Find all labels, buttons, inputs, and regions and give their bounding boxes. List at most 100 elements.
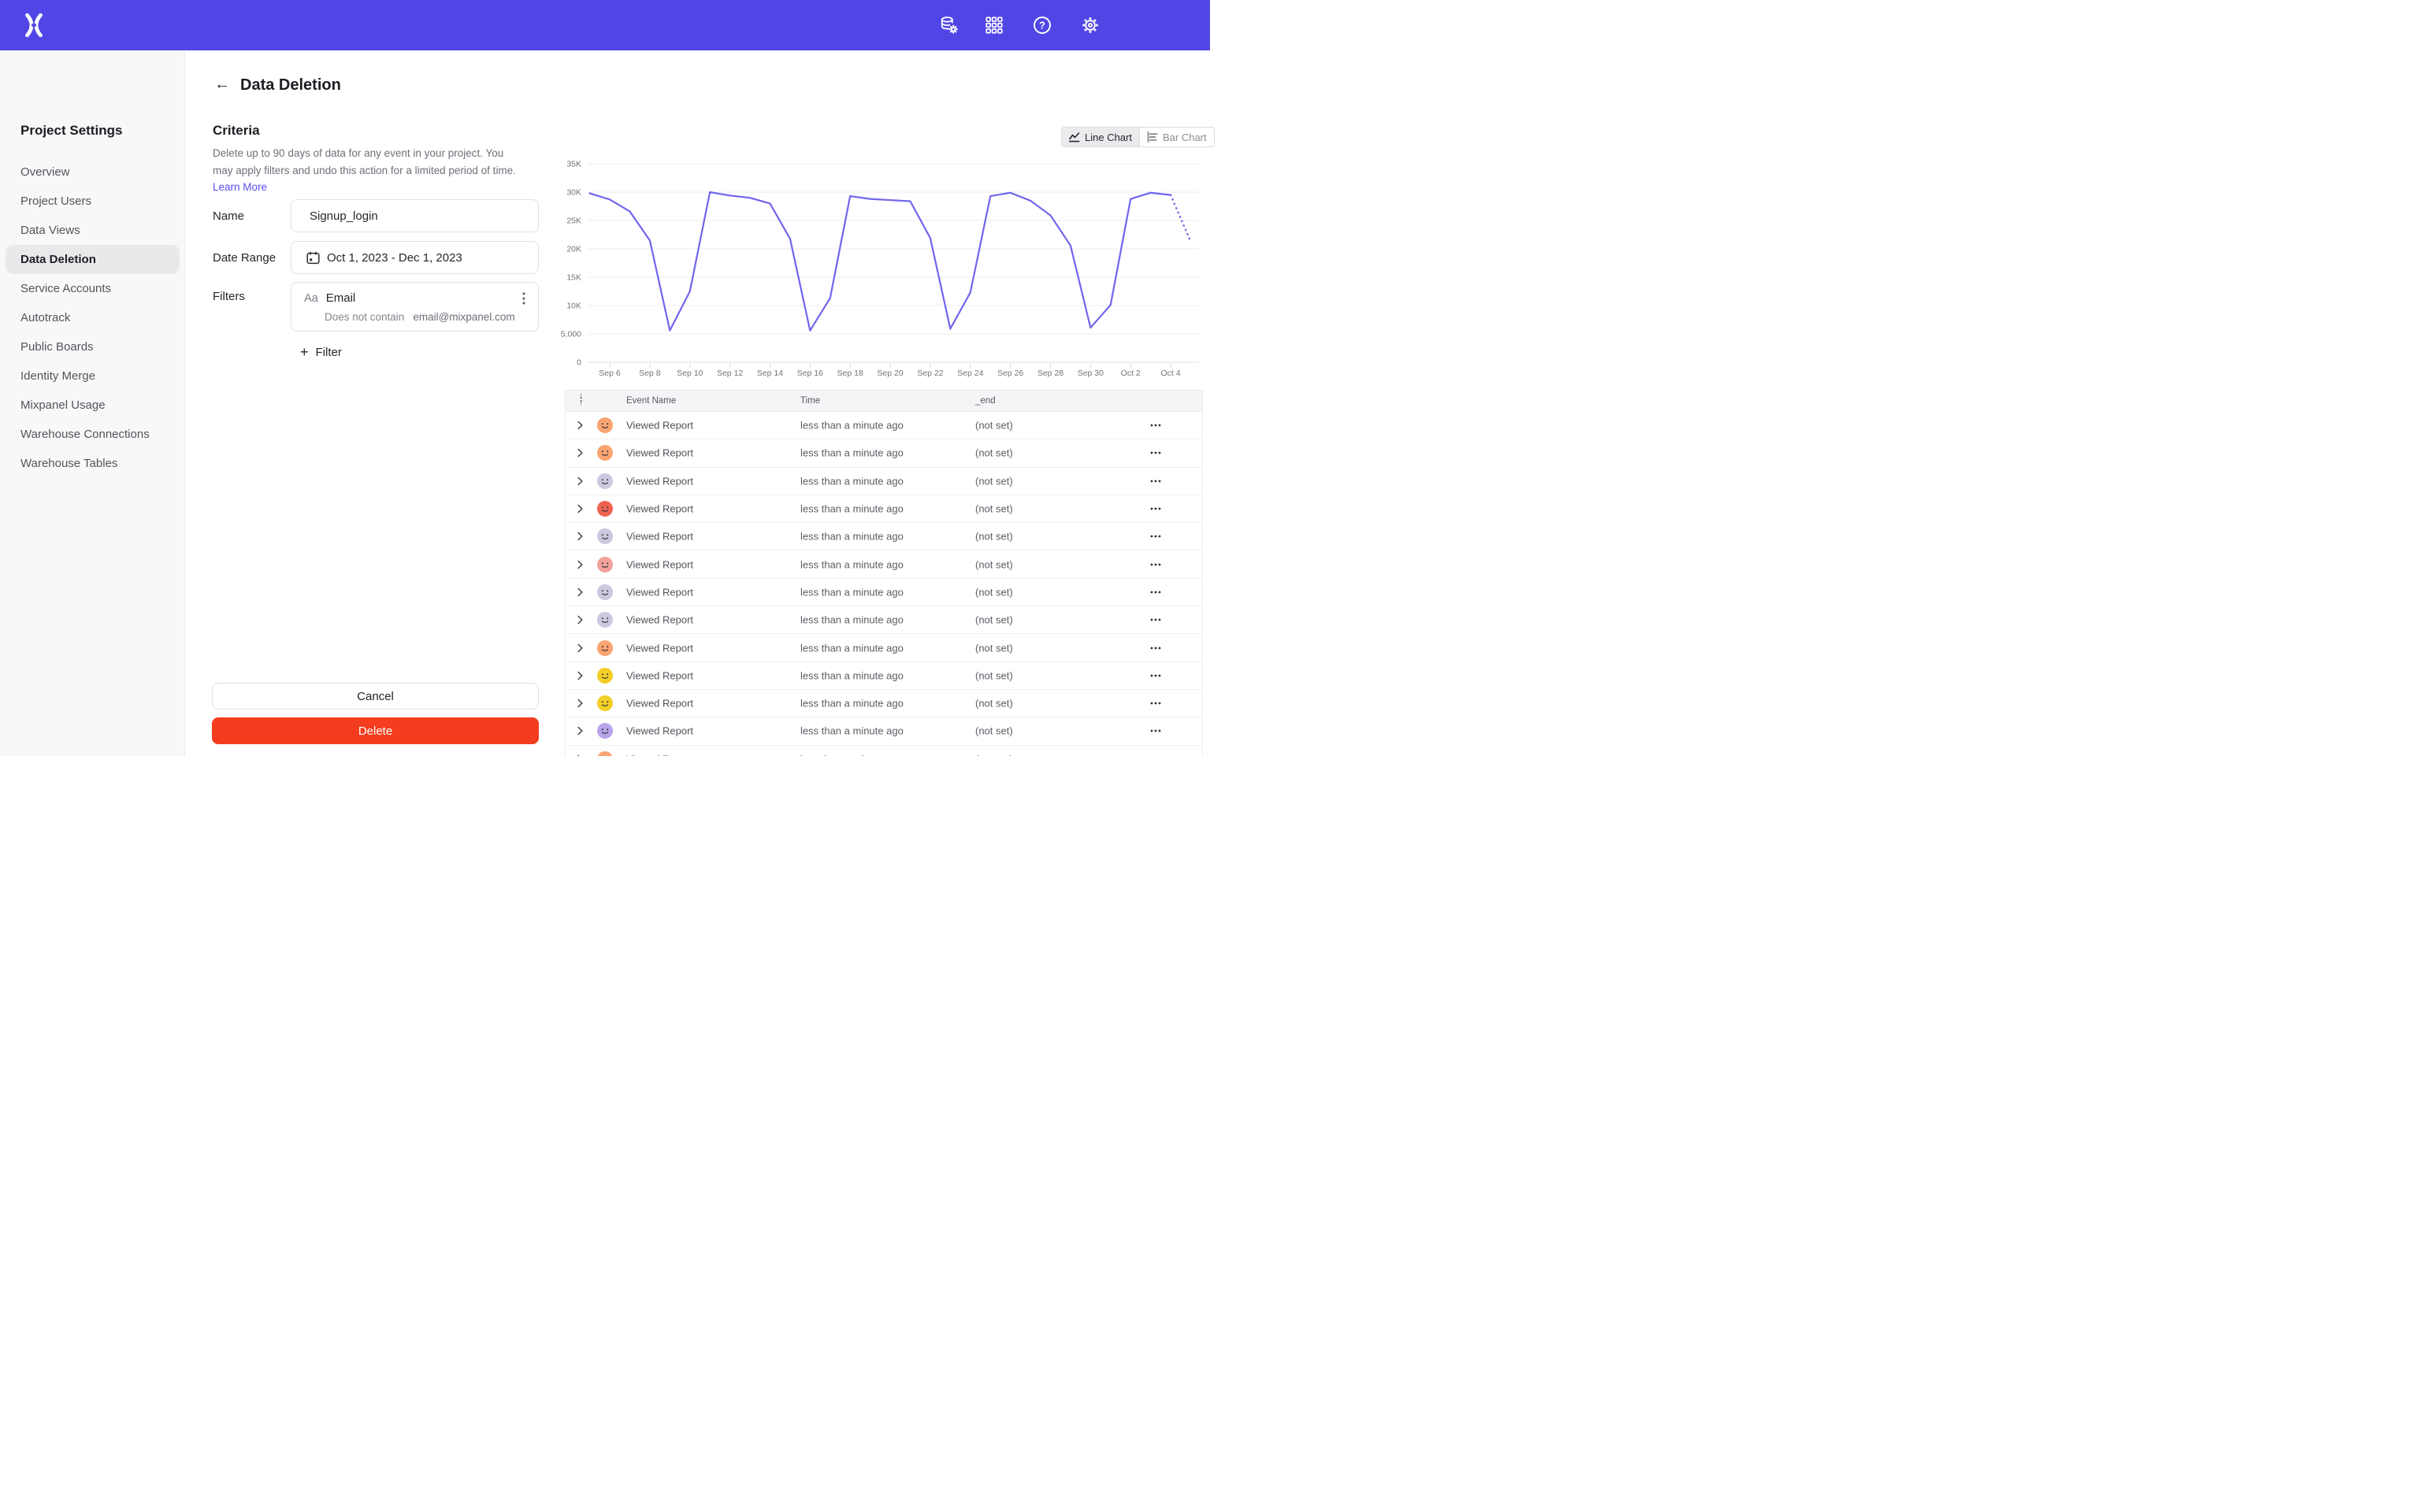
sidebar-item[interactable]: Mixpanel Usage	[0, 391, 185, 420]
sidebar-item[interactable]: Warehouse Connections	[0, 420, 185, 449]
row-actions-icon[interactable]	[1149, 447, 1163, 458]
project-settings-sidebar: Project Settings OverviewProject UsersDa…	[0, 50, 185, 756]
end-cell: (not set)	[975, 531, 1013, 543]
filter-kebab-menu-icon[interactable]	[518, 291, 530, 306]
sidebar-title: Project Settings	[20, 123, 122, 139]
table-row[interactable]: Viewed Report less than a minute ago (no…	[566, 468, 1202, 495]
expand-chevron-icon[interactable]	[577, 476, 583, 485]
settings-gear-icon[interactable]	[1080, 15, 1101, 35]
row-actions-icon[interactable]	[1149, 725, 1163, 736]
user-avatar	[597, 640, 613, 656]
cancel-button[interactable]: Cancel	[212, 683, 539, 710]
table-row[interactable]: Viewed Report less than a minute ago (no…	[566, 634, 1202, 662]
name-input[interactable]	[291, 199, 539, 232]
expand-chevron-icon[interactable]	[577, 727, 583, 736]
row-actions-icon[interactable]	[1149, 754, 1163, 756]
row-actions-icon[interactable]	[1149, 614, 1163, 625]
svg-text:Sep 6: Sep 6	[599, 369, 621, 378]
events-table: ↓↑ Event Name Time _end Viewed Report le…	[565, 390, 1203, 756]
time-cell: less than a minute ago	[800, 531, 904, 543]
table-row[interactable]: Viewed Report less than a minute ago (no…	[566, 746, 1202, 756]
criteria-description: Delete up to 90 days of data for any eve…	[213, 145, 521, 196]
row-actions-icon[interactable]	[1149, 643, 1163, 654]
expand-chevron-icon[interactable]	[577, 616, 583, 624]
svg-text:Sep 24: Sep 24	[957, 369, 983, 378]
end-cell: (not set)	[975, 586, 1013, 598]
table-row[interactable]: Viewed Report less than a minute ago (no…	[566, 412, 1202, 439]
expand-chevron-icon[interactable]	[577, 643, 583, 652]
table-row[interactable]: Viewed Report less than a minute ago (no…	[566, 550, 1202, 578]
event-name-cell: Viewed Report	[626, 447, 693, 459]
line-chart-toggle[interactable]: Line Chart	[1062, 128, 1139, 146]
sidebar-item[interactable]: Data Deletion	[6, 245, 180, 274]
date-range-field[interactable]: Oct 1, 2023 - Dec 1, 2023	[291, 241, 539, 274]
time-cell: less than a minute ago	[800, 614, 904, 626]
line-chart-label: Line Chart	[1085, 132, 1132, 143]
sidebar-item[interactable]: Public Boards	[0, 332, 185, 361]
back-arrow-icon[interactable]: ←	[214, 76, 230, 92]
svg-text:15K: 15K	[566, 273, 581, 283]
table-row[interactable]: Viewed Report less than a minute ago (no…	[566, 662, 1202, 690]
expand-chevron-icon[interactable]	[577, 699, 583, 708]
page-title: Data Deletion	[240, 76, 341, 94]
svg-text:Sep 28: Sep 28	[1037, 369, 1063, 378]
expand-chevron-icon[interactable]	[577, 754, 583, 756]
criteria-description-text: Delete up to 90 days of data for any eve…	[213, 147, 516, 176]
expand-chevron-icon[interactable]	[577, 505, 583, 513]
apps-grid-icon[interactable]	[984, 15, 1004, 35]
table-row[interactable]: Viewed Report less than a minute ago (no…	[566, 579, 1202, 606]
sidebar-item[interactable]: Service Accounts	[0, 274, 185, 303]
bar-chart-icon	[1147, 132, 1158, 143]
user-avatar	[597, 695, 613, 711]
expand-chevron-icon[interactable]	[577, 560, 583, 569]
bar-chart-toggle[interactable]: Bar Chart	[1139, 128, 1214, 146]
row-actions-icon[interactable]	[1149, 698, 1163, 709]
row-actions-icon[interactable]	[1149, 503, 1163, 514]
svg-text:Sep 22: Sep 22	[917, 369, 943, 378]
mixpanel-logo[interactable]	[21, 13, 46, 38]
help-icon[interactable]: ?	[1032, 15, 1052, 35]
table-row[interactable]: Viewed Report less than a minute ago (no…	[566, 495, 1202, 523]
end-cell: (not set)	[975, 558, 1013, 570]
sidebar-item[interactable]: Project Users	[0, 187, 185, 216]
svg-text:Sep 16: Sep 16	[797, 369, 823, 378]
svg-text:Sep 20: Sep 20	[877, 369, 903, 378]
time-cell: less than a minute ago	[800, 558, 904, 570]
sidebar-item[interactable]: Autotrack	[0, 303, 185, 332]
end-cell: (not set)	[975, 447, 1013, 459]
row-actions-icon[interactable]	[1149, 476, 1163, 487]
filter-card[interactable]: Aa Email Does not containemail@mixpanel.…	[291, 282, 539, 332]
expand-chevron-icon[interactable]	[577, 421, 583, 430]
sidebar-nav: OverviewProject UsersData ViewsData Dele…	[0, 158, 185, 478]
expand-chevron-icon[interactable]	[577, 671, 583, 680]
delete-button[interactable]: Delete	[212, 717, 539, 744]
row-actions-icon[interactable]	[1149, 587, 1163, 598]
table-header: ↓↑ Event Name Time _end	[566, 391, 1202, 412]
user-avatar	[597, 723, 613, 739]
sidebar-item[interactable]: Warehouse Tables	[0, 449, 185, 478]
event-name-cell: Viewed Report	[626, 698, 693, 710]
expand-chevron-icon[interactable]	[577, 532, 583, 541]
add-filter-button[interactable]: + Filter	[300, 345, 342, 359]
expand-chevron-icon[interactable]	[577, 449, 583, 458]
svg-text:Sep 14: Sep 14	[757, 369, 783, 378]
svg-text:Oct 4: Oct 4	[1161, 369, 1181, 378]
table-row[interactable]: Viewed Report less than a minute ago (no…	[566, 606, 1202, 634]
row-actions-icon[interactable]	[1149, 420, 1163, 431]
table-row[interactable]: Viewed Report less than a minute ago (no…	[566, 690, 1202, 717]
expand-chevron-icon[interactable]	[577, 587, 583, 596]
row-actions-icon[interactable]	[1149, 670, 1163, 681]
data-management-icon[interactable]	[939, 15, 959, 35]
table-row[interactable]: Viewed Report less than a minute ago (no…	[566, 717, 1202, 745]
table-row[interactable]: Viewed Report less than a minute ago (no…	[566, 439, 1202, 467]
column-header-end: _end	[975, 396, 996, 406]
row-actions-icon[interactable]	[1149, 559, 1163, 570]
learn-more-link[interactable]: Learn More	[213, 181, 267, 193]
sidebar-item[interactable]: Data Views	[0, 216, 185, 245]
sort-icon[interactable]: ↓↑	[579, 392, 584, 407]
end-cell: (not set)	[975, 669, 1013, 681]
row-actions-icon[interactable]	[1149, 531, 1163, 542]
table-row[interactable]: Viewed Report less than a minute ago (no…	[566, 523, 1202, 550]
sidebar-item[interactable]: Identity Merge	[0, 361, 185, 391]
sidebar-item[interactable]: Overview	[0, 158, 185, 187]
